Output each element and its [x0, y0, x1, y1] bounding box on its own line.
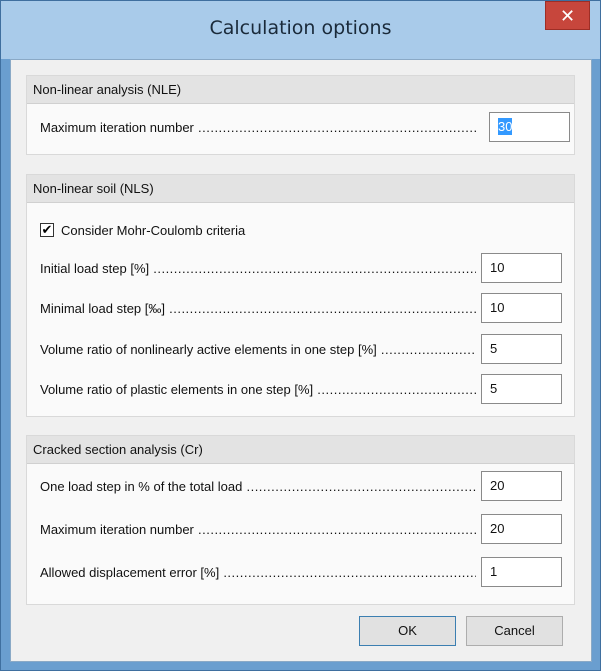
initial-load-step-row: Initial load step [%] 10: [27, 253, 576, 285]
ok-button[interactable]: OK: [359, 616, 456, 646]
volume-ratio-plastic-row: Volume ratio of plastic elements in one …: [27, 374, 576, 406]
checkmark-icon: ✔: [41, 222, 53, 237]
volume-ratio-plastic-input[interactable]: 5: [481, 374, 562, 404]
mohr-coulomb-label: Consider Mohr-Coulomb criteria: [61, 223, 246, 238]
initial-load-step-label: Initial load step [%]: [40, 261, 476, 276]
mohr-coulomb-checkbox-row[interactable]: ✔ Consider Mohr-Coulomb criteria: [40, 221, 340, 241]
group-cr: Cracked section analysis (Cr) One load s…: [26, 435, 575, 605]
nle-max-iteration-label: Maximum iteration number: [40, 120, 476, 135]
minimal-load-step-input[interactable]: 10: [481, 293, 562, 323]
one-load-step-row: One load step in % of the total load 20: [27, 471, 576, 503]
dialog-title: Calculation options: [209, 17, 392, 39]
displacement-error-row: Allowed displacement error [%] 1: [27, 557, 576, 589]
group-nls-header: Non-linear soil (NLS): [27, 175, 574, 203]
minimal-load-step-label: Minimal load step [‰]: [40, 301, 476, 316]
initial-load-step-input[interactable]: 10: [481, 253, 562, 283]
displacement-error-label: Allowed displacement error [%]: [40, 565, 476, 580]
title-bar[interactable]: Calculation options ✕: [1, 1, 600, 59]
volume-ratio-active-row: Volume ratio of nonlinearly active eleme…: [27, 334, 576, 366]
cr-max-iteration-label: Maximum iteration number: [40, 522, 476, 537]
minimal-load-step-row: Minimal load step [‰] 10: [27, 293, 576, 325]
nle-max-iteration-input[interactable]: 30: [489, 112, 570, 142]
close-icon: ✕: [559, 6, 576, 26]
nle-max-iteration-row: Maximum iteration number 30: [27, 112, 576, 144]
volume-ratio-active-input[interactable]: 5: [481, 334, 562, 364]
displacement-error-input[interactable]: 1: [481, 557, 562, 587]
close-button[interactable]: ✕: [545, 1, 590, 30]
group-cr-header: Cracked section analysis (Cr): [27, 436, 574, 464]
one-load-step-input[interactable]: 20: [481, 471, 562, 501]
group-nle: Non-linear analysis (NLE) Maximum iterat…: [26, 75, 575, 155]
volume-ratio-active-label: Volume ratio of nonlinearly active eleme…: [40, 342, 476, 357]
cr-max-iteration-input[interactable]: 20: [481, 514, 562, 544]
one-load-step-label: One load step in % of the total load: [40, 479, 476, 494]
group-nle-header: Non-linear analysis (NLE): [27, 76, 574, 104]
volume-ratio-plastic-label: Volume ratio of plastic elements in one …: [40, 382, 476, 397]
mohr-coulomb-checkbox[interactable]: ✔: [40, 223, 54, 237]
cancel-button[interactable]: Cancel: [466, 616, 563, 646]
cr-max-iteration-row: Maximum iteration number 20: [27, 514, 576, 546]
group-nls: Non-linear soil (NLS) ✔ Consider Mohr-Co…: [26, 174, 575, 417]
